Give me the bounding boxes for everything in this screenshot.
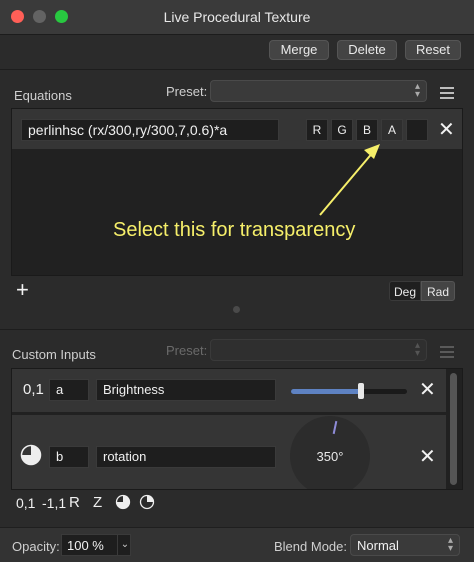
type-minus11-button[interactable]: -1,1 bbox=[42, 495, 66, 511]
chevron-down-icon[interactable]: ⌄ bbox=[117, 535, 132, 555]
footer-bar: Opacity: 100 % ⌄ Blend Mode: Normal ▴ ▾ bbox=[0, 527, 474, 562]
equation-input[interactable]: perlinhsc (rx/300,ry/300,7,0.6)*a bbox=[21, 119, 279, 141]
blend-mode-label: Blend Mode: bbox=[274, 539, 347, 554]
input-name-field[interactable]: Brightness bbox=[96, 379, 276, 401]
type-z-button[interactable]: Z bbox=[93, 494, 102, 511]
type-01-button[interactable]: 0,1 bbox=[16, 495, 35, 511]
slider-fill bbox=[291, 389, 361, 394]
blend-mode-value: Normal bbox=[357, 538, 399, 553]
resize-handle[interactable] bbox=[233, 306, 240, 313]
transparency-annotation: Select this for transparency bbox=[113, 219, 356, 241]
divider bbox=[0, 69, 474, 70]
dial-value: 350° bbox=[316, 449, 344, 464]
channel-extra-toggle[interactable] bbox=[406, 119, 428, 141]
remove-equation-close-icon[interactable]: ✕ bbox=[438, 120, 455, 140]
custom-inputs-menu-icon[interactable] bbox=[440, 343, 454, 361]
chevron-updown-icon: ▴ ▾ bbox=[414, 340, 420, 359]
input-type-label: 0,1 bbox=[23, 381, 44, 398]
equations-preset-label: Preset: bbox=[166, 84, 208, 99]
custom-inputs-preset-select[interactable]: ▴ ▾ bbox=[210, 339, 427, 361]
deg-toggle[interactable]: Deg bbox=[389, 281, 421, 301]
window-title: Live Procedural Texture bbox=[163, 9, 311, 25]
dial-indicator bbox=[332, 420, 338, 435]
custom-input-row: 0,1 a Brightness ✕ bbox=[12, 369, 446, 412]
equations-heading: Equations bbox=[14, 88, 72, 103]
divider bbox=[0, 329, 474, 330]
opacity-value: 100 % bbox=[67, 538, 104, 553]
title-bar: Live Procedural Texture bbox=[0, 0, 474, 35]
add-equation-plus-icon[interactable]: + bbox=[16, 277, 29, 303]
custom-input-row: b rotation 350° ✕ bbox=[12, 415, 446, 489]
pie-icon[interactable] bbox=[115, 494, 131, 510]
rad-toggle[interactable]: Rad bbox=[421, 281, 455, 301]
angle-input-type-icon bbox=[20, 444, 42, 466]
reset-button[interactable]: Reset bbox=[405, 40, 461, 60]
rotation-dial-icon[interactable]: 350° bbox=[290, 416, 370, 489]
remove-input-close-icon[interactable]: ✕ bbox=[419, 380, 436, 400]
input-variable-field[interactable]: b bbox=[49, 446, 89, 468]
merge-button[interactable]: Merge bbox=[269, 40, 329, 60]
annotation-arrow-icon bbox=[319, 144, 380, 216]
scrollbar[interactable] bbox=[450, 373, 457, 485]
input-variable-field[interactable]: a bbox=[49, 379, 89, 401]
custom-inputs-heading: Custom Inputs bbox=[12, 347, 96, 362]
custom-inputs-panel: 0,1 a Brightness ✕ b rotation 350° ✕ bbox=[11, 368, 463, 490]
chevron-updown-icon: ▴ ▾ bbox=[414, 81, 420, 100]
blend-mode-select[interactable]: Normal ▴ ▾ bbox=[350, 534, 460, 556]
equations-preset-select[interactable]: ▴ ▾ bbox=[210, 80, 427, 102]
brightness-slider-track[interactable] bbox=[291, 383, 407, 399]
type-r-button[interactable]: R bbox=[69, 494, 80, 511]
dial-icon[interactable] bbox=[139, 494, 155, 510]
slider-knob[interactable] bbox=[357, 383, 364, 399]
equations-menu-icon[interactable] bbox=[440, 84, 454, 102]
chevron-updown-icon: ▴ ▾ bbox=[447, 535, 453, 554]
input-name-field[interactable]: rotation bbox=[96, 446, 276, 468]
custom-inputs-preset-label: Preset: bbox=[166, 343, 208, 358]
delete-button[interactable]: Delete bbox=[337, 40, 397, 60]
remove-input-close-icon[interactable]: ✕ bbox=[419, 447, 436, 467]
opacity-combo[interactable]: 100 % ⌄ bbox=[61, 534, 131, 556]
opacity-label: Opacity: bbox=[12, 539, 60, 554]
